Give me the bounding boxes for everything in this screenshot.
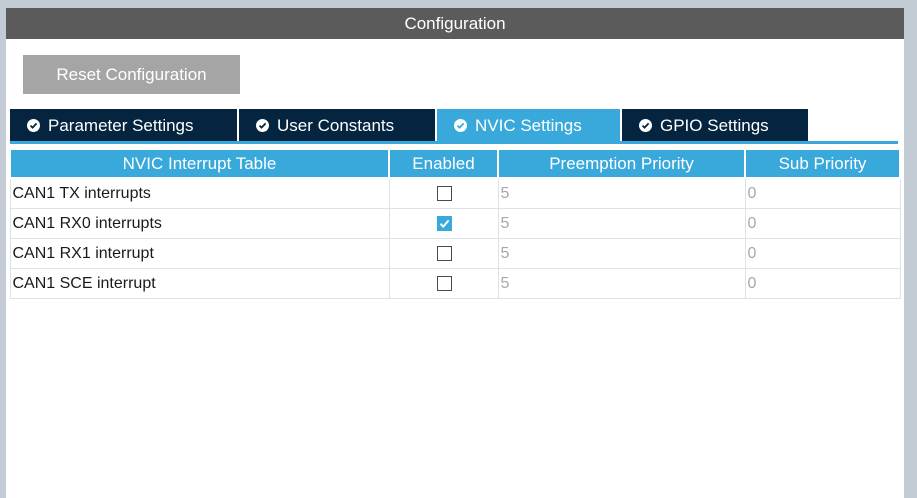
sub-priority-cell[interactable]: 0 — [744, 268, 901, 299]
check-circle-icon — [27, 119, 40, 132]
enabled-cell — [388, 208, 499, 239]
interrupt-name: CAN1 RX1 interrupt — [9, 238, 390, 269]
tab-gpio-settings[interactable]: GPIO Settings — [622, 109, 808, 142]
tab-parameter-settings[interactable]: Parameter Settings — [10, 109, 237, 142]
tab-label: User Constants — [277, 116, 395, 135]
table-row[interactable]: CAN1 RX0 interrupts 5 0 — [9, 208, 901, 239]
sub-priority-cell[interactable]: 0 — [744, 177, 901, 209]
preemption-priority-cell[interactable]: 5 — [497, 238, 746, 269]
checkmark-icon — [439, 219, 450, 228]
check-circle-icon — [256, 119, 269, 132]
tab-underline — [10, 141, 898, 144]
sub-priority-cell[interactable]: 0 — [744, 208, 901, 239]
table-row[interactable]: CAN1 TX interrupts 5 0 — [9, 177, 901, 209]
enabled-checkbox[interactable] — [437, 245, 452, 261]
panel-title: Configuration — [6, 8, 904, 39]
tab-label: Parameter Settings — [48, 116, 194, 135]
nvic-interrupt-table: NVIC Interrupt Table Enabled Preemption … — [9, 148, 901, 299]
table-row[interactable]: CAN1 SCE interrupt 5 0 — [9, 268, 901, 299]
tab-label: GPIO Settings — [660, 116, 769, 135]
reset-configuration-button[interactable]: Reset Configuration — [23, 55, 240, 94]
enabled-checkbox[interactable] — [437, 275, 452, 291]
sub-priority-cell[interactable]: 0 — [744, 238, 901, 269]
preemption-priority-cell[interactable]: 5 — [497, 268, 746, 299]
interrupt-name: CAN1 SCE interrupt — [9, 268, 390, 299]
check-circle-icon — [639, 119, 652, 132]
tab-nvic-settings[interactable]: NVIC Settings — [437, 109, 620, 142]
column-header-enabled[interactable]: Enabled — [388, 148, 499, 179]
tab-user-constants[interactable]: User Constants — [239, 109, 435, 142]
column-header-sub-priority[interactable]: Sub Priority — [744, 148, 901, 179]
enabled-cell — [388, 238, 499, 269]
tab-label: NVIC Settings — [475, 116, 582, 135]
table-header-row: NVIC Interrupt Table Enabled Preemption … — [9, 148, 901, 179]
enabled-cell — [388, 177, 499, 209]
interrupt-name: CAN1 RX0 interrupts — [9, 208, 390, 239]
column-header-preemption-priority[interactable]: Preemption Priority — [497, 148, 746, 179]
column-header-interrupt[interactable]: NVIC Interrupt Table — [9, 148, 390, 179]
enabled-cell — [388, 268, 499, 299]
enabled-checkbox[interactable] — [437, 185, 452, 201]
preemption-priority-cell[interactable]: 5 — [497, 177, 746, 209]
preemption-priority-cell[interactable]: 5 — [497, 208, 746, 239]
table-row[interactable]: CAN1 RX1 interrupt 5 0 — [9, 238, 901, 269]
enabled-checkbox[interactable] — [437, 215, 452, 231]
configuration-panel: Configuration Reset Configuration Parame… — [6, 8, 904, 498]
interrupt-name: CAN1 TX interrupts — [9, 177, 390, 209]
check-circle-icon — [454, 119, 467, 132]
